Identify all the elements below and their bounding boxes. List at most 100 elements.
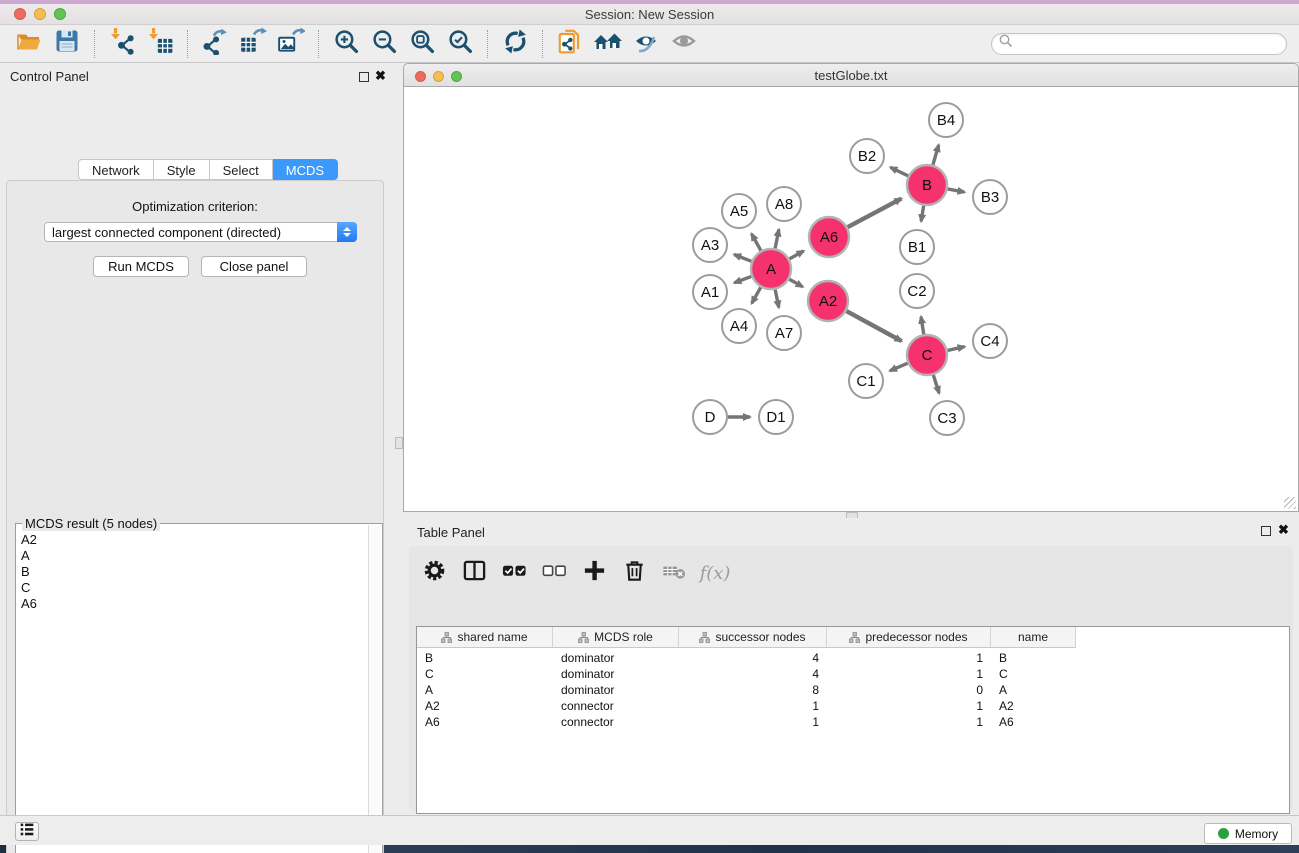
graph-node-label: A [766,261,776,278]
table-row[interactable]: Adominator80A [417,682,1289,698]
zoom-fit-button[interactable] [403,28,441,60]
graph-edge-A-A4[interactable] [752,287,761,303]
graph-node-label: A2 [819,293,837,310]
tab-style[interactable]: Style [154,159,210,180]
network-window-titlebar[interactable]: testGlobe.txt [403,63,1299,87]
show-panel-list-button[interactable] [15,822,39,841]
run-mcds-button[interactable]: Run MCDS [93,256,189,277]
column-header-successor-nodes[interactable]: successor nodes [679,627,827,648]
graph-edge-A-A6[interactable] [789,251,803,259]
fx-icon: f(x) [698,563,731,584]
window-resize-grip[interactable] [1284,497,1296,509]
network-minimize-button[interactable] [433,71,444,82]
zoom-selected-button[interactable] [441,28,479,60]
select-all-button[interactable] [499,557,529,589]
graph-node-label: C4 [980,333,999,350]
network-canvas[interactable]: B4B2BB3A5A8A6B1A3AA1C2A2A4A7C4CC1C3DD1 [403,87,1299,512]
main-toolbar [0,25,1299,63]
minimize-window-button[interactable] [34,8,46,20]
show-all-button[interactable] [665,28,703,60]
export-image-button[interactable] [272,28,310,60]
graph-edge-A-A8[interactable] [775,229,779,248]
close-panel-icon[interactable]: ✖ [1278,522,1289,538]
mcds-result-item[interactable]: A [18,548,367,564]
tab-network[interactable]: Network [78,159,154,180]
graph-edge-A-A1[interactable] [734,276,751,282]
graph-edge-A2-C[interactable] [846,311,901,341]
mcds-result-item[interactable]: A6 [18,596,367,612]
optimization-criterion-dropdown[interactable]: largest connected component (directed) [44,222,357,242]
first-neighbors-button[interactable] [589,28,627,60]
graph-edge-A6-B[interactable] [848,199,902,228]
graph-edge-B-B3[interactable] [948,189,965,192]
zoom-out-button[interactable] [365,28,403,60]
graph-edge-A-A5[interactable] [752,234,761,251]
graph-node-label: B1 [908,239,926,256]
close-window-button[interactable] [14,8,26,20]
graph-edge-C-C3[interactable] [933,375,939,393]
column-header-name[interactable]: name [991,627,1076,648]
table-options-button[interactable] [419,557,449,589]
table-cell: dominator [553,650,679,666]
delete-table-button[interactable] [659,557,689,589]
table-cell: dominator [553,666,679,682]
tab-mcds[interactable]: MCDS [273,159,338,180]
mcds-result-item[interactable]: C [18,580,367,596]
memory-status-icon [1218,828,1229,839]
graph-edge-B-B2[interactable] [890,167,908,176]
open-file-button[interactable] [10,28,48,60]
table-row[interactable]: A2connector11A2 [417,698,1289,714]
memory-button[interactable]: Memory [1204,823,1292,844]
save-session-button[interactable] [48,28,86,60]
zoom-in-button[interactable] [327,28,365,60]
close-panel-icon[interactable]: ✖ [375,68,386,84]
column-header-predecessor-nodes[interactable]: predecessor nodes [827,627,991,648]
column-header-mcds-role[interactable]: MCDS role [553,627,679,648]
graph-edge-A-A3[interactable] [734,255,751,262]
export-network-icon [201,27,229,60]
add-column-button[interactable] [579,557,609,589]
result-list-scrollbar[interactable] [368,525,381,853]
export-network-button[interactable] [196,28,234,60]
graph-edge-A-A7[interactable] [775,290,779,308]
float-panel-icon[interactable] [1261,526,1271,536]
mcds-result-item[interactable]: A2 [18,532,367,548]
function-builder-button[interactable]: f(x) [699,557,729,589]
new-network-from-selection-button[interactable] [551,28,589,60]
close-panel-button[interactable]: Close panel [201,256,307,277]
network-zoom-button[interactable] [451,71,462,82]
graph-edge-A-A2[interactable] [789,279,802,287]
graph-edge-C-C1[interactable] [890,363,908,371]
float-panel-icon[interactable] [359,72,369,82]
hide-selected-button[interactable] [627,28,665,60]
graph-edge-B-B1[interactable] [921,206,924,222]
table-panel-title: Table Panel [417,525,485,540]
deselect-all-button[interactable] [539,557,569,589]
panel-divider-grip[interactable] [395,437,403,449]
network-close-button[interactable] [415,71,426,82]
graph-edge-C-C2[interactable] [921,317,924,335]
column-header-label: name [1018,630,1048,644]
graph-edge-B-B4[interactable] [933,145,939,165]
export-table-button[interactable] [234,28,272,60]
import-network-button[interactable] [103,28,141,60]
graph-node-label: A3 [701,237,719,254]
table-row[interactable]: A6connector11A6 [417,714,1289,730]
refresh-button[interactable] [496,28,534,60]
search-input[interactable] [1014,35,1286,53]
table-cell: 1 [827,714,991,730]
mcds-result-item[interactable]: B [18,564,367,580]
column-header-shared-name[interactable]: shared name [417,627,553,648]
column-view-button[interactable] [459,557,489,589]
graph-node-label: B3 [981,189,999,206]
tab-select[interactable]: Select [210,159,273,180]
import-table-button[interactable] [141,28,179,60]
column-type-icon [578,632,589,643]
table-row[interactable]: Bdominator41B [417,650,1289,666]
delete-column-button[interactable] [619,557,649,589]
zoom-window-button[interactable] [54,8,66,20]
plus-icon [582,558,607,588]
toolbar-separator [318,30,319,58]
table-row[interactable]: Cdominator41C [417,666,1289,682]
graph-edge-C-C4[interactable] [947,347,964,351]
